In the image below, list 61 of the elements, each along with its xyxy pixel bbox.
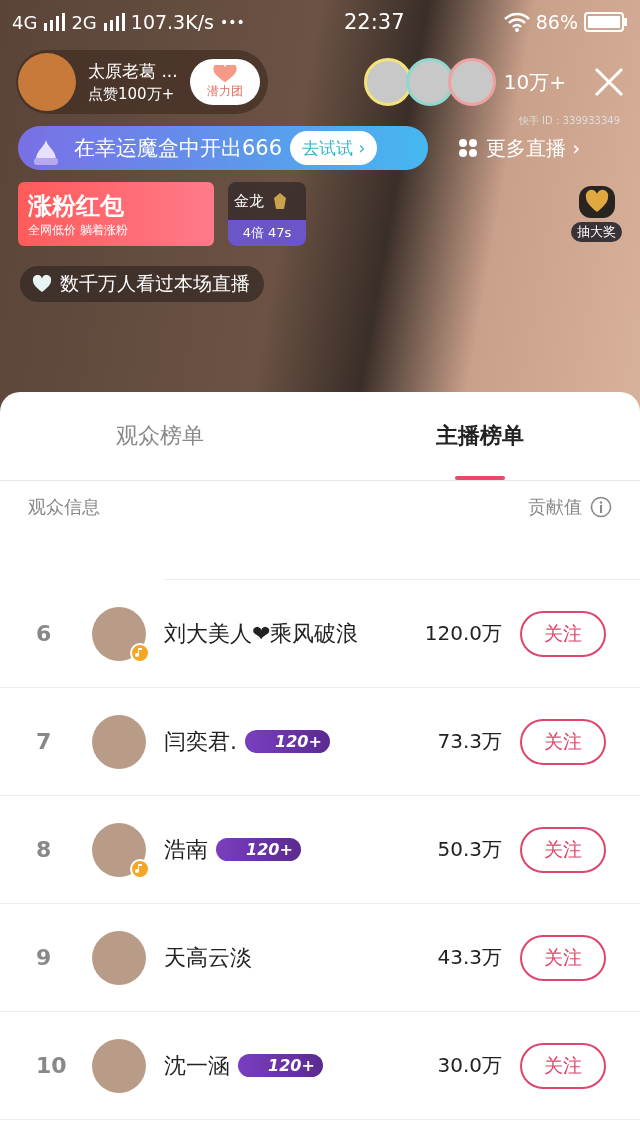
signal-icon [43,13,66,31]
fan-boost-card[interactable]: 涨粉红包 全网低价 躺着涨粉 [18,182,214,246]
level-badge: 120+ [245,730,330,753]
level-badge: 120+ [216,838,301,861]
tab[interactable]: 主播榜单 [320,392,640,480]
banner-text: 在幸运魔盒中开出666 [74,135,283,162]
viewer-count: 10万+ [503,68,566,96]
follow-button[interactable]: 关注 [520,610,606,657]
music-note-icon [130,642,150,663]
info-icon[interactable] [590,496,612,518]
grid-icon [458,138,478,158]
user-name: 天高云淡 [164,943,252,972]
group-label: 潜力团 [206,82,243,100]
more-live-link[interactable]: 更多直播 › [486,134,581,162]
dragon-title: 金龙 [234,191,264,211]
tab[interactable]: 观众榜单 [0,392,320,480]
user-name: 刘大美人❤乘风破浪 [164,619,359,648]
fan-boost-subtitle: 全网低价 躺着涨粉 [28,221,129,239]
network-speed: 107.3K/s [130,11,214,33]
network-label: 2G [71,11,97,33]
heart-icon [211,64,238,83]
contribution-value: 43.3万 [437,944,502,971]
follow-button[interactable]: 关注 [520,934,606,981]
clock: 22:37 [344,10,405,34]
dragon-timer: 4倍 47s [242,224,292,242]
music-note-icon [130,858,150,879]
streamer-card[interactable]: 太原老葛 ... 点赞100万+ 潜力团 [16,50,268,114]
battery-icon [584,12,628,32]
rank-number: 7 [36,729,53,754]
watched-text: 数千万人看过本场直播 [60,271,250,296]
follow-button[interactable]: 关注 [520,718,606,765]
contribution-value: 120.0万 [424,620,502,647]
rank-number: 9 [36,945,53,970]
user-name: 沈一涵 [164,1051,230,1080]
column-header: 观众信息 [28,495,100,519]
promo-banner[interactable]: 在幸运魔盒中开出666 去试试 › [18,126,428,170]
lottery-label[interactable]: 抽大奖 [571,222,622,242]
user-name: 闫奕君. [164,727,237,756]
user-name: 浩南 [164,835,208,864]
more-indicator: ••• [219,14,245,30]
column-header: 贡献值 [528,495,582,519]
try-button[interactable]: 去试试 › [290,131,378,165]
rank-number: 6 [36,621,53,646]
user-id: 快手 ID：339933349 [518,114,620,126]
follow-button[interactable]: 关注 [520,1042,606,1089]
heart-icon [32,275,52,293]
wifi-icon [503,12,530,32]
contribution-value: 30.0万 [437,1052,502,1079]
contribution-value: 73.3万 [437,728,502,755]
rank-number: 10 [36,1053,68,1078]
likes-count: 点赞100万+ [88,85,176,104]
dragon-card[interactable]: 金龙 4倍 47s [228,182,306,246]
streamer-name: 太原老葛 ... [88,60,178,83]
signal-icon [102,13,125,31]
rank-number: 8 [36,837,53,862]
contribution-value: 50.3万 [437,836,502,863]
battery-percent: 86% [535,11,578,33]
level-badge: 120+ [238,1054,323,1077]
network-label: 4G [12,11,38,33]
fan-boost-title: 涨粉红包 [28,190,125,222]
follow-button[interactable]: 关注 [520,826,606,873]
